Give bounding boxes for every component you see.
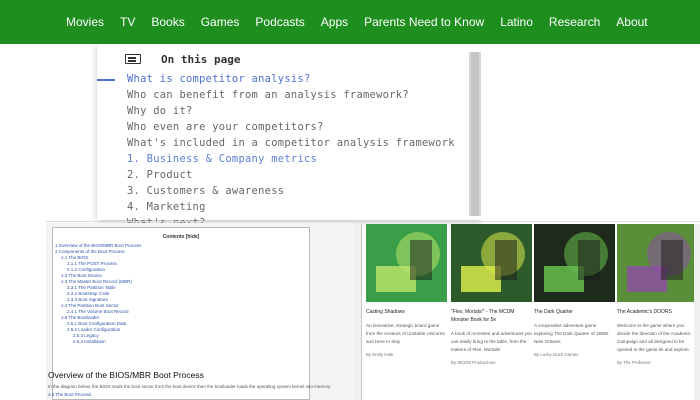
product-description: A book of monsters and adventures you ca… <box>451 331 532 352</box>
cards-scrollbar[interactable] <box>694 224 700 400</box>
product-image[interactable] <box>366 224 447 302</box>
nav-item-research[interactable]: Research <box>549 15 600 29</box>
product-title[interactable]: "Flex, Mortals!" - The MCDM Monster Book… <box>451 308 532 324</box>
toc-scrollbar[interactable] <box>469 52 481 216</box>
product-image[interactable] <box>534 224 615 302</box>
toc-link[interactable]: Why do it? <box>97 106 481 117</box>
toc-scrollbar-thumb[interactable] <box>471 52 479 216</box>
product-card[interactable]: The Dark Quarter A cooperative adventure … <box>534 224 615 400</box>
document-footer-link[interactable]: 2.6 The Boot Process <box>48 392 91 397</box>
toc-link[interactable]: 1. Business & Company metrics <box>97 154 481 165</box>
contents-title: Contents [hide] <box>162 234 200 240</box>
toc-link[interactable]: 3. Customers & awareness <box>97 186 481 197</box>
toc-link[interactable]: 2. Product <box>97 170 481 181</box>
toc-link[interactable]: 4. Marketing <box>97 202 481 213</box>
toc-list: What is competitor analysis? Who can bene… <box>97 74 481 229</box>
nav-item-parents-need-to-know[interactable]: Parents Need to Know <box>364 15 484 29</box>
nav-item-tv[interactable]: TV <box>120 15 135 29</box>
nav-item-movies[interactable]: Movies <box>66 15 104 29</box>
product-author: By Lucky Duck Games <box>534 352 579 357</box>
product-title[interactable]: Casting Shadows <box>366 308 447 316</box>
product-description: A cooperative adventure game exploring T… <box>534 323 609 344</box>
toc-link[interactable]: Who even are your competitors? <box>97 122 481 133</box>
nav-item-about[interactable]: About <box>616 15 647 29</box>
blank-area <box>481 44 521 224</box>
contents-link[interactable]: 2.5.4 Installation <box>53 339 309 345</box>
product-title[interactable]: The Academic's DOORS <box>617 308 698 316</box>
toc-heading: On this page <box>161 52 241 66</box>
toc-link[interactable]: What's included in a competitor analysis… <box>97 138 481 149</box>
list-icon <box>125 54 141 64</box>
nav-item-apps[interactable]: Apps <box>321 15 348 29</box>
document-scrollbar[interactable] <box>355 223 361 400</box>
product-author: By The Professor <box>617 360 651 365</box>
product-image[interactable] <box>617 224 698 302</box>
product-image[interactable] <box>451 224 532 302</box>
product-card[interactable]: "Flex, Mortals!" - The MCDM Monster Book… <box>451 224 532 400</box>
product-title[interactable]: The Dark Quarter <box>534 308 615 316</box>
product-description: Welcome to the game where you decide the… <box>617 323 691 352</box>
document-heading: Overview of the BIOS/MBR Boot Process <box>48 370 204 380</box>
product-author: By Emily Hale <box>366 352 394 357</box>
top-navigation: Movies TV Books Games Podcasts Apps Parents Ne… <box>0 0 700 44</box>
nav-item-games[interactable]: Games <box>201 15 240 29</box>
product-card[interactable]: Casting Shadows An innovative, strategic … <box>366 224 447 400</box>
product-cards: Casting Shadows An innovative, strategic … <box>364 224 700 400</box>
on-this-page-panel: On this page What is competitor analysis… <box>97 44 481 229</box>
toc-link[interactable]: What is competitor analysis? <box>97 74 481 85</box>
product-card[interactable]: The Academic's DOORS Welcome to the game … <box>617 224 698 400</box>
section-divider <box>46 221 700 222</box>
contents-list: 1 Overview of the BIOS/MBR Boot Process 2… <box>53 243 309 345</box>
document-intro: In the diagram below, the BIOS reads the… <box>48 384 331 389</box>
product-author: By MCDM Productions <box>451 360 496 365</box>
nav-item-books[interactable]: Books <box>151 15 184 29</box>
toc-header: On this page <box>97 44 481 74</box>
toc-link[interactable]: Who can benefit from an analysis framewo… <box>97 90 481 101</box>
nav-item-latino[interactable]: Latino <box>500 15 533 29</box>
nav-item-podcasts[interactable]: Podcasts <box>255 15 304 29</box>
product-description: An innovative, strategic board game from… <box>366 323 445 344</box>
